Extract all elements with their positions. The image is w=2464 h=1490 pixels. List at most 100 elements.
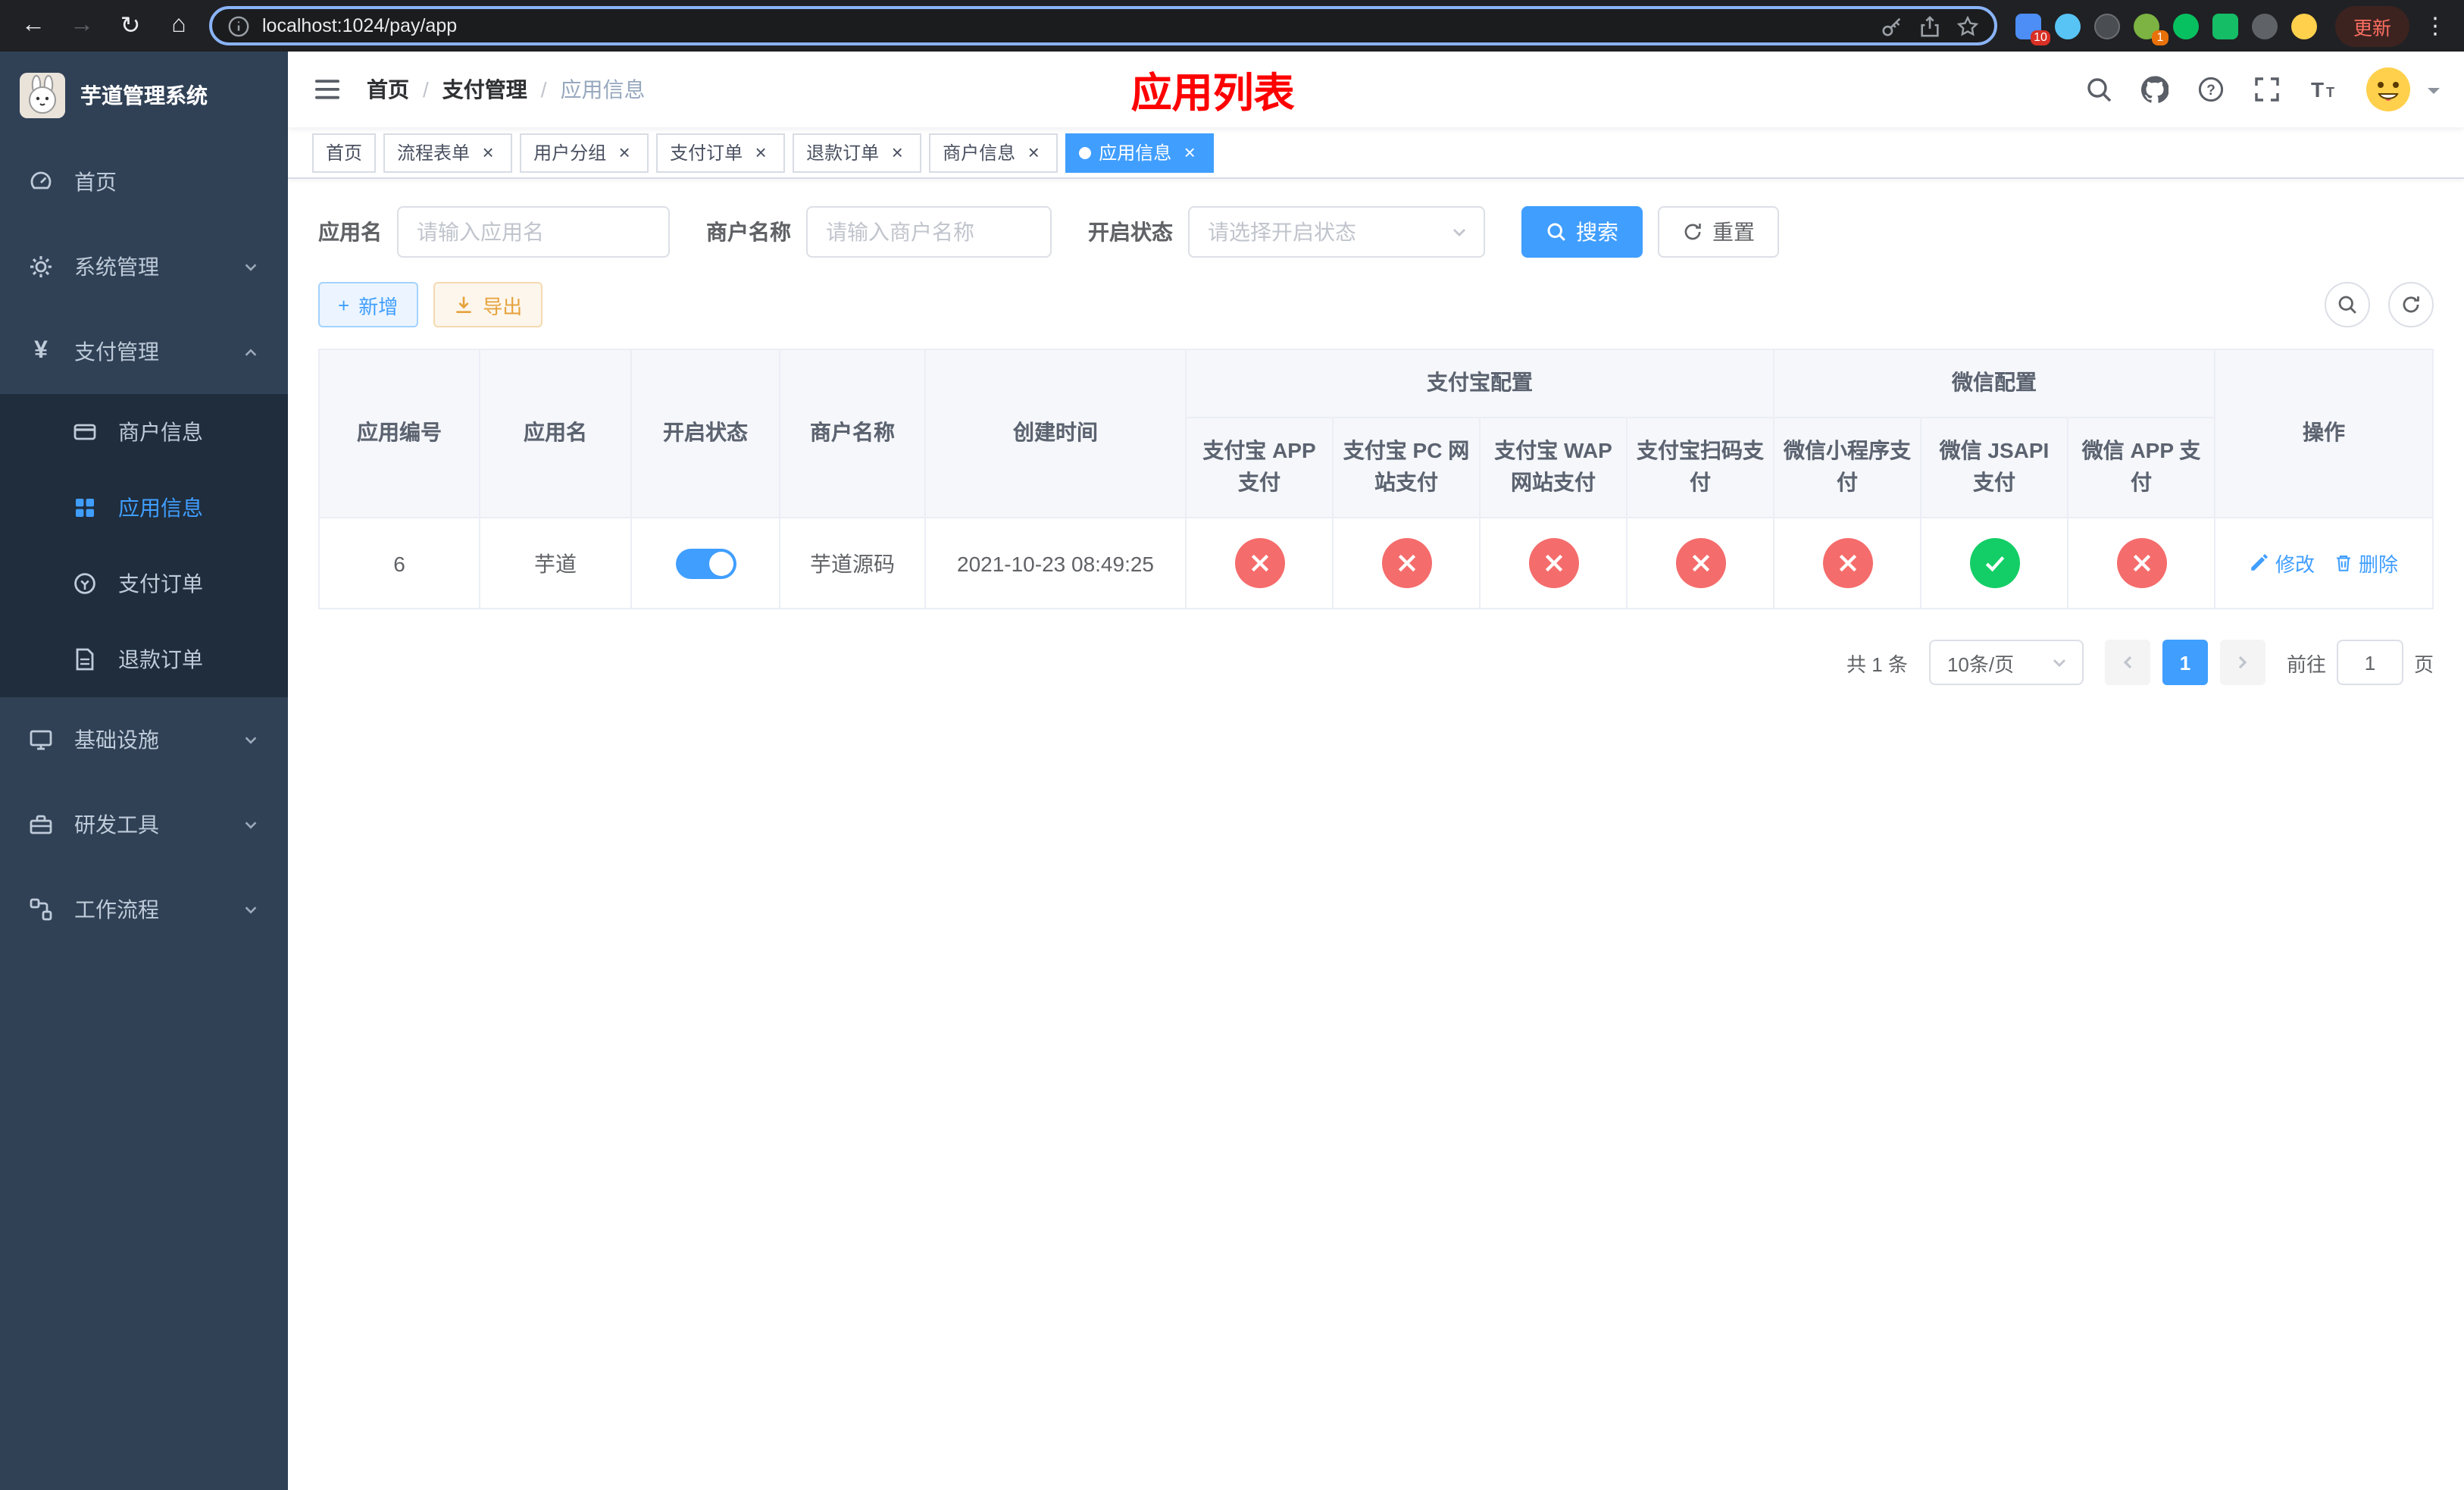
screen: ← → ↻ ⌂ localhost:1024/pay/app 10 1 更新 ⋮… [0, 0, 2464, 1490]
sidebar-item-payment[interactable]: ¥ 支付管理 [0, 309, 288, 394]
tag-label: 应用信息 [1099, 142, 1172, 164]
fullscreen-icon[interactable] [2253, 76, 2281, 103]
sidebar-item-dev-tools[interactable]: 研发工具 [0, 782, 288, 867]
goto-page-input[interactable] [2336, 640, 2403, 686]
order-icon [73, 571, 97, 596]
reload-icon[interactable]: ↻ [112, 8, 149, 44]
user-menu-caret-icon[interactable] [2428, 88, 2440, 100]
delete-button[interactable]: 删除 [2333, 549, 2398, 578]
tag-process-form[interactable]: 流程表单 × [383, 133, 513, 172]
tag-merchant-info[interactable]: 商户信息 × [929, 133, 1058, 172]
breadcrumb-separator: / [423, 77, 429, 102]
bookmark-star-icon[interactable] [1956, 14, 1979, 37]
chevron-down-icon [2053, 659, 2065, 668]
breadcrumb-payment[interactable]: 支付管理 [442, 74, 527, 105]
edit-button[interactable]: 修改 [2250, 549, 2315, 578]
close-icon[interactable]: × [886, 142, 908, 163]
sidebar-item-merchant-info[interactable]: 商户信息 [0, 394, 288, 470]
extension-badge: 1 [2151, 30, 2169, 45]
chevron-down-icon [245, 263, 257, 271]
home-icon[interactable]: ⌂ [161, 8, 197, 44]
browser-update-button[interactable]: 更新 [2334, 5, 2409, 46]
extension-icon-2[interactable] [2054, 13, 2081, 39]
status-select[interactable]: 请选择开启状态 [1188, 206, 1485, 258]
extension-icon-5[interactable] [2172, 13, 2199, 39]
col-alipay-pc: 支付宝 PC 网站支付 [1332, 416, 1481, 519]
sidebar-item-home[interactable]: 首页 [0, 139, 288, 224]
close-icon[interactable]: × [1023, 142, 1044, 163]
reset-button[interactable]: 重置 [1658, 206, 1779, 258]
add-button-label: 新增 [358, 295, 399, 318]
pencil-icon [2252, 554, 2269, 571]
sidebar-item-label: 退款订单 [118, 647, 203, 671]
app-logo[interactable]: 芋道管理系统 [0, 52, 288, 139]
password-key-icon[interactable] [1881, 14, 1903, 37]
export-button[interactable]: 导出 [433, 282, 543, 327]
tag-refund-orders[interactable]: 退款订单 × [793, 133, 922, 172]
sidebar-item-system[interactable]: 系统管理 [0, 224, 288, 309]
prev-page-button[interactable] [2104, 640, 2150, 686]
extension-icon-1[interactable]: 10 [2015, 13, 2050, 45]
tags-view-bar: 首页 流程表单 × 用户分组 × 支付订单 × 退款订单 × 商户信息 × 应用… [288, 127, 2464, 179]
extension-icon-4[interactable]: 1 [2133, 13, 2169, 45]
sidebar-item-label: 基础设施 [74, 728, 159, 752]
cell-actions: 修改 删除 [2214, 517, 2434, 610]
status-toggle[interactable] [675, 548, 736, 579]
app-name-input[interactable] [397, 206, 670, 258]
sidebar-item-label: 工作流程 [74, 897, 159, 922]
breadcrumb-separator: / [540, 77, 547, 102]
extension-icon-7[interactable] [2251, 13, 2278, 39]
add-button[interactable]: + 新增 [318, 282, 418, 327]
download-icon [452, 294, 474, 315]
sidebar-item-app-info[interactable]: 应用信息 [0, 470, 288, 546]
cell-alipay-qr [1626, 517, 1775, 610]
close-icon[interactable]: × [750, 142, 771, 163]
col-alipay-app: 支付宝 APP 支付 [1185, 416, 1334, 519]
search-button[interactable]: 搜索 [1521, 206, 1643, 258]
url-text[interactable]: localhost:1024/pay/app [262, 15, 1868, 36]
share-icon[interactable] [1918, 14, 1941, 37]
sidebar-toggle-icon[interactable] [312, 74, 342, 105]
page-number-button[interactable]: 1 [2162, 640, 2208, 686]
github-icon[interactable] [2141, 76, 2169, 103]
col-alipay-wap: 支付宝 WAP 网站支付 [1479, 416, 1628, 519]
merchant-name-input[interactable] [806, 206, 1052, 258]
refresh-icon [1682, 221, 1703, 243]
browser-menu-icon[interactable]: ⋮ [2422, 12, 2449, 39]
status-cross-icon [1528, 538, 1578, 589]
help-icon[interactable]: ? [2197, 76, 2225, 103]
next-page-button[interactable] [2219, 640, 2265, 686]
back-icon[interactable]: ← [15, 8, 52, 44]
sidebar-item-workflow[interactable]: 工作流程 [0, 867, 288, 952]
tag-home[interactable]: 首页 [312, 133, 377, 172]
font-size-icon[interactable]: TT [2309, 76, 2337, 103]
sidebar-item-label: 支付订单 [118, 571, 203, 596]
profile-avatar-icon[interactable] [2290, 13, 2317, 39]
refresh-table-button[interactable] [2388, 282, 2434, 327]
close-icon[interactable]: × [477, 142, 499, 163]
page-size-select[interactable]: 10条/页 [1928, 640, 2084, 686]
sidebar-item-label: 应用信息 [118, 496, 203, 520]
search-icon[interactable] [2085, 76, 2112, 103]
tag-pay-orders[interactable]: 支付订单 × [656, 133, 786, 172]
show-search-toggle-button[interactable] [2325, 282, 2370, 327]
sidebar-item-infrastructure[interactable]: 基础设施 [0, 697, 288, 782]
extension-icon-3[interactable] [2093, 13, 2120, 39]
tag-label: 商户信息 [943, 142, 1016, 164]
sidebar-item-refund-orders[interactable]: 退款订单 [0, 621, 288, 697]
status-select-placeholder: 请选择开启状态 [1208, 220, 1356, 244]
sidebar-item-pay-orders[interactable]: 支付订单 [0, 546, 288, 621]
breadcrumb-home[interactable]: 首页 [367, 74, 409, 105]
tag-user-group[interactable]: 用户分组 × [520, 133, 649, 172]
top-navbar: 首页 / 支付管理 / 应用信息 应用列表 ? T T [288, 52, 2464, 127]
forward-icon[interactable]: → [64, 8, 100, 44]
address-bar[interactable]: localhost:1024/pay/app [209, 6, 1997, 45]
merchant-name-label: 商户名称 [706, 220, 791, 244]
close-icon[interactable]: × [614, 142, 635, 163]
close-icon[interactable]: × [1179, 142, 1200, 163]
user-avatar[interactable] [2366, 67, 2411, 112]
workflow-icon [29, 897, 53, 922]
extension-icon-6[interactable] [2212, 13, 2238, 39]
site-info-icon[interactable] [227, 14, 250, 37]
tag-app-info[interactable]: 应用信息 × [1065, 133, 1215, 172]
